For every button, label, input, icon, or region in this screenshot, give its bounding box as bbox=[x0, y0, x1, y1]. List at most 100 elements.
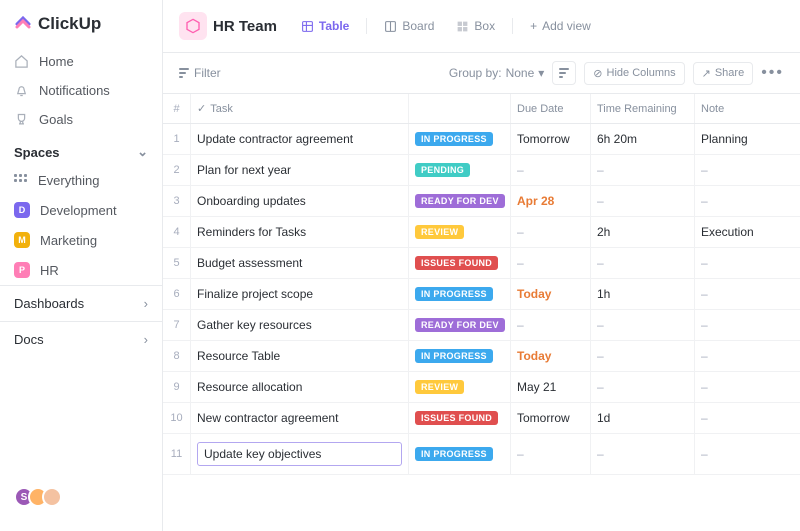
space-badge bbox=[179, 12, 207, 40]
view-tab-table[interactable]: Table bbox=[293, 15, 357, 37]
view-tab-box[interactable]: Box bbox=[448, 15, 503, 37]
note-cell[interactable]: – bbox=[695, 186, 785, 216]
due-date-cell[interactable]: Tomorrow bbox=[511, 403, 591, 433]
status-pill[interactable]: READY FOR DEV bbox=[415, 318, 505, 332]
time-remaining-cell[interactable]: 1d bbox=[591, 403, 695, 433]
table-header: # ✓ Task Due Date Time Remaining Note bbox=[163, 94, 800, 124]
row-number: 3 bbox=[163, 186, 191, 216]
table-row[interactable]: 2Plan for next yearPENDING––– bbox=[163, 155, 800, 186]
sidebar-docs[interactable]: Docs › bbox=[0, 321, 162, 357]
chevron-right-icon: › bbox=[144, 332, 148, 347]
time-remaining-cell[interactable]: – bbox=[591, 310, 695, 340]
task-name: Finalize project scope bbox=[197, 287, 313, 301]
status-pill[interactable]: ISSUES FOUND bbox=[415, 411, 498, 425]
status-pill[interactable]: ISSUES FOUND bbox=[415, 256, 498, 270]
due-date-cell[interactable]: – bbox=[511, 217, 591, 247]
logo-icon bbox=[14, 12, 32, 35]
row-number: 4 bbox=[163, 217, 191, 247]
avatar[interactable] bbox=[42, 487, 62, 507]
status-pill[interactable]: PENDING bbox=[415, 163, 470, 177]
sidebar-dashboards[interactable]: Dashboards › bbox=[0, 285, 162, 321]
table-icon bbox=[301, 20, 314, 33]
sort-button[interactable] bbox=[552, 61, 576, 85]
col-note[interactable]: Note bbox=[695, 94, 785, 123]
note-cell[interactable]: – bbox=[695, 155, 785, 185]
note-cell[interactable]: – bbox=[695, 372, 785, 402]
user-avatars[interactable]: S bbox=[0, 475, 162, 519]
status-pill[interactable]: READY FOR DEV bbox=[415, 194, 505, 208]
status-pill[interactable]: REVIEW bbox=[415, 225, 464, 239]
note-cell[interactable]: – bbox=[695, 279, 785, 309]
home-icon bbox=[14, 54, 29, 69]
time-remaining-cell[interactable]: – bbox=[591, 248, 695, 278]
time-remaining-cell[interactable]: 2h bbox=[591, 217, 695, 247]
col-due[interactable]: Due Date bbox=[511, 94, 591, 123]
table-row[interactable]: 10 New contractor agreement ISSUES FOUND To… bbox=[163, 403, 800, 434]
status-pill[interactable]: IN PROGRESS bbox=[415, 349, 493, 363]
due-date-cell[interactable]: Today bbox=[511, 279, 591, 309]
due-date-cell[interactable]: Tomorrow bbox=[511, 124, 591, 154]
nav-notifications[interactable]: Notifications bbox=[0, 76, 162, 105]
due-date-cell[interactable]: May 21 bbox=[511, 372, 591, 402]
table-row[interactable]: 8Resource TableIN PROGRESSToday–– bbox=[163, 341, 800, 372]
col-num[interactable]: # bbox=[163, 94, 191, 123]
col-status[interactable] bbox=[409, 94, 511, 123]
box-icon bbox=[456, 20, 469, 33]
task-name: Onboarding updates bbox=[197, 194, 306, 208]
row-number: 10 bbox=[163, 403, 191, 433]
due-date-cell[interactable]: Apr 28 bbox=[511, 186, 591, 216]
sidebar-space-development[interactable]: DDevelopment bbox=[0, 195, 162, 225]
filter-button[interactable]: Filter bbox=[179, 66, 221, 80]
nav-goals[interactable]: Goals bbox=[0, 105, 162, 134]
status-pill[interactable]: REVIEW bbox=[415, 380, 464, 394]
table-row[interactable]: 6Finalize project scopeIN PROGRESSToday1… bbox=[163, 279, 800, 310]
sidebar-space-marketing[interactable]: MMarketing bbox=[0, 225, 162, 255]
note-cell[interactable]: – bbox=[695, 341, 785, 371]
add-view-button[interactable]: + Add view bbox=[522, 15, 599, 37]
time-remaining-cell[interactable]: – bbox=[591, 372, 695, 402]
time-remaining-cell[interactable]: – bbox=[591, 434, 695, 474]
time-remaining-cell[interactable]: 6h 20m bbox=[591, 124, 695, 154]
due-date-cell[interactable]: Today bbox=[511, 341, 591, 371]
table-row[interactable]: 9Resource allocationREVIEWMay 21–– bbox=[163, 372, 800, 403]
sort-icon bbox=[559, 68, 569, 78]
status-pill[interactable]: IN PROGRESS bbox=[415, 447, 493, 461]
note-cell[interactable]: – bbox=[695, 403, 785, 433]
due-date-cell[interactable]: – bbox=[511, 310, 591, 340]
due-date-cell[interactable]: – bbox=[511, 155, 591, 185]
time-remaining-cell[interactable]: – bbox=[591, 186, 695, 216]
group-by-selector[interactable]: Group by: None ▾ bbox=[449, 66, 544, 80]
table-row[interactable]: 5Budget assessmentISSUES FOUND––– bbox=[163, 248, 800, 279]
table-row[interactable]: 7Gather key resourcesREADY FOR DEV––– bbox=[163, 310, 800, 341]
share-button[interactable]: ↗ Share bbox=[693, 62, 754, 85]
table-row[interactable]: 1Update contractor agreementIN PROGRESST… bbox=[163, 124, 800, 155]
view-tab-board[interactable]: Board bbox=[376, 15, 442, 37]
spaces-header[interactable]: Spaces ⌄ bbox=[0, 134, 162, 166]
status-pill[interactable]: IN PROGRESS bbox=[415, 132, 493, 146]
col-task[interactable]: ✓ Task bbox=[191, 94, 409, 123]
note-cell[interactable]: – bbox=[695, 310, 785, 340]
task-name: New contractor agreement bbox=[197, 411, 338, 425]
table-row[interactable]: 11Update key objectivesIN PROGRESS––– bbox=[163, 434, 800, 475]
note-cell[interactable]: Planning bbox=[695, 124, 785, 154]
more-menu-button[interactable]: ••• bbox=[761, 64, 784, 82]
due-date-cell[interactable]: – bbox=[511, 248, 591, 278]
time-remaining-cell[interactable]: 1h bbox=[591, 279, 695, 309]
table-row[interactable]: 4Reminders for TasksREVIEW–2hExecution bbox=[163, 217, 800, 248]
note-cell[interactable]: Execution bbox=[695, 217, 785, 247]
due-date-cell[interactable]: – bbox=[511, 434, 591, 474]
status-pill[interactable]: IN PROGRESS bbox=[415, 287, 493, 301]
table-row[interactable]: 3Onboarding updatesREADY FOR DEVApr 28–– bbox=[163, 186, 800, 217]
task-name-input[interactable]: Update key objectives bbox=[197, 442, 402, 466]
time-remaining-cell[interactable]: – bbox=[591, 341, 695, 371]
note-cell[interactable]: – bbox=[695, 434, 785, 474]
note-cell[interactable]: – bbox=[695, 248, 785, 278]
sidebar-everything[interactable]: Everything bbox=[0, 166, 162, 195]
sidebar-space-hr[interactable]: PHR bbox=[0, 255, 162, 285]
time-remaining-cell[interactable]: – bbox=[591, 155, 695, 185]
logo[interactable]: ClickUp bbox=[0, 12, 162, 47]
hide-columns-button[interactable]: ⊘ Hide Columns bbox=[584, 62, 684, 85]
row-number: 11 bbox=[163, 434, 191, 474]
nav-home[interactable]: Home bbox=[0, 47, 162, 76]
col-time[interactable]: Time Remaining bbox=[591, 94, 695, 123]
